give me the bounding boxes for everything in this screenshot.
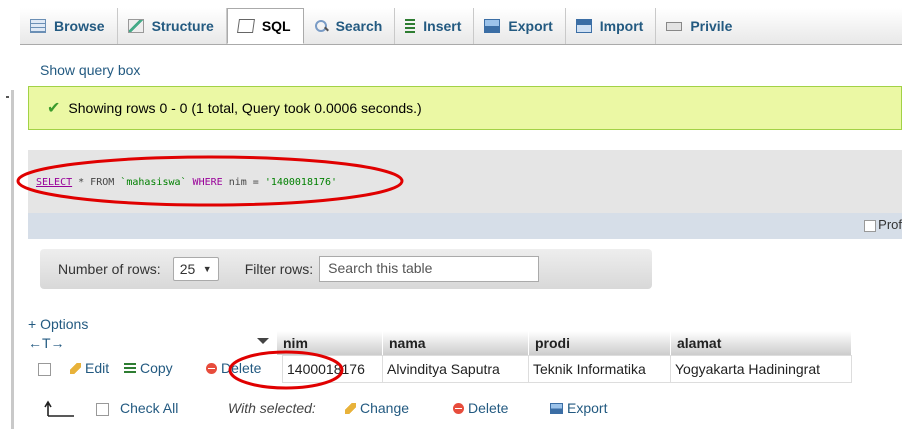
copy-link[interactable]: Copy <box>124 360 173 376</box>
pencil-icon <box>70 363 81 374</box>
delete-icon <box>453 403 464 414</box>
export-icon <box>550 403 563 414</box>
chevron-down-icon: ▼ <box>202 264 212 274</box>
top-menu-tabs: Browse Structure SQL Search Insert Expor… <box>20 8 902 45</box>
check-all-link[interactable]: Check All <box>120 400 178 416</box>
panel-marker <box>6 96 9 98</box>
panel-resize-handle[interactable] <box>11 90 14 429</box>
rows-count-label: Number of rows: <box>58 261 161 277</box>
sql-query-display: SELECT * FROM `mahasiswa` WHERE nim = '1… <box>28 150 902 213</box>
table-header: ←T→ nim nama prodi alamat <box>28 331 852 355</box>
pencil-icon <box>345 403 356 414</box>
table-row: Edit Copy Delete 1400018176 Alvinditya S… <box>28 355 852 383</box>
export-icon <box>484 19 501 33</box>
tab-label: Browse <box>54 18 105 34</box>
with-selected-label: With selected: <box>228 400 316 416</box>
column-header-nim[interactable]: nim <box>277 331 383 355</box>
profiling-checkbox[interactable] <box>864 220 876 232</box>
browse-icon <box>30 19 46 33</box>
row-checkbox[interactable] <box>38 363 51 376</box>
show-query-box-link[interactable]: Show query box <box>40 62 140 78</box>
bulk-export-button[interactable]: Export <box>550 400 607 416</box>
cell-nim[interactable]: 1400018176 <box>282 355 383 383</box>
edit-link[interactable]: Edit <box>70 360 109 376</box>
tab-import[interactable]: Import <box>566 8 657 44</box>
delete-label: Delete <box>221 360 262 376</box>
insert-icon <box>405 19 416 33</box>
cell-alamat[interactable]: Yogyakarta Hadiningrat <box>671 355 852 383</box>
column-header-alamat[interactable]: alamat <box>671 331 852 355</box>
success-text: Showing rows 0 - 0 (1 total, Query took … <box>68 100 422 116</box>
sql-from: * FROM <box>72 177 121 188</box>
navigation-bar: Number of rows: 25 ▼ Filter rows: Search … <box>40 249 652 289</box>
tab-label: Search <box>335 18 383 34</box>
delete-link[interactable]: Delete <box>206 360 261 376</box>
column-arrows-icon[interactable]: ←T→ <box>28 335 65 351</box>
checkmark-icon: ✔ <box>47 100 61 117</box>
filter-rows-input[interactable]: Search this table <box>319 256 540 282</box>
tab-label: Export <box>508 18 553 34</box>
rows-count-value: 25 <box>179 261 196 277</box>
profiling-bar: Prof <box>28 213 902 239</box>
tab-label: Insert <box>423 18 462 34</box>
sort-arrow-icon[interactable] <box>257 338 269 344</box>
options-link[interactable]: + Options <box>28 316 88 332</box>
bulk-delete-button[interactable]: Delete <box>453 400 508 416</box>
change-button[interactable]: Change <box>345 400 409 416</box>
column-header-prodi[interactable]: prodi <box>529 331 671 355</box>
sql-value: '1400018176' <box>264 177 338 188</box>
column-header-nama[interactable]: nama <box>383 331 529 355</box>
tab-structure[interactable]: Structure <box>118 8 227 44</box>
bulk-delete-label: Delete <box>468 400 509 416</box>
tab-browse[interactable]: Browse <box>20 8 118 44</box>
navigation-panel-edge <box>0 0 16 429</box>
tab-insert[interactable]: Insert <box>395 8 475 44</box>
arrow-up-icon <box>44 400 74 417</box>
copy-label: Copy <box>140 360 173 376</box>
import-icon <box>575 19 592 33</box>
search-icon <box>314 19 328 33</box>
bulk-actions-bar: Check All With selected: Change Delete E… <box>40 398 740 422</box>
privileges-icon <box>666 21 683 31</box>
tab-sql[interactable]: SQL <box>226 8 304 44</box>
cell-prodi[interactable]: Teknik Informatika <box>529 355 671 383</box>
tab-label: Privile <box>690 18 733 34</box>
tab-label: Structure <box>151 18 214 34</box>
sql-keyword-select[interactable]: SELECT <box>36 177 72 188</box>
change-label: Change <box>360 400 410 416</box>
tab-export[interactable]: Export <box>474 8 566 44</box>
tab-privileges[interactable]: Privile <box>656 8 744 44</box>
sql-condition: nim = <box>228 177 265 188</box>
delete-icon <box>206 363 217 374</box>
edit-label: Edit <box>85 360 110 376</box>
copy-icon <box>124 363 136 374</box>
success-message: ✔ Showing rows 0 - 0 (1 total, Query too… <box>28 86 902 130</box>
rows-count-select[interactable]: 25 ▼ <box>172 257 219 281</box>
cell-nama[interactable]: Alvinditya Saputra <box>383 355 529 383</box>
check-all-checkbox[interactable] <box>96 403 109 416</box>
sql-table-name: `mahasiswa` <box>120 177 187 188</box>
sql-keyword-where: WHERE <box>186 177 229 188</box>
sql-query-text: SELECT * FROM `mahasiswa` WHERE nim = '1… <box>36 177 337 188</box>
tab-label: SQL <box>261 18 291 34</box>
tab-search[interactable]: Search <box>304 8 396 44</box>
profiling-label: Prof <box>878 217 902 232</box>
filter-rows-label: Filter rows: <box>244 261 314 277</box>
bulk-export-label: Export <box>567 400 608 416</box>
structure-icon <box>127 19 144 33</box>
sql-icon <box>236 19 255 33</box>
tab-label: Import <box>599 18 644 34</box>
